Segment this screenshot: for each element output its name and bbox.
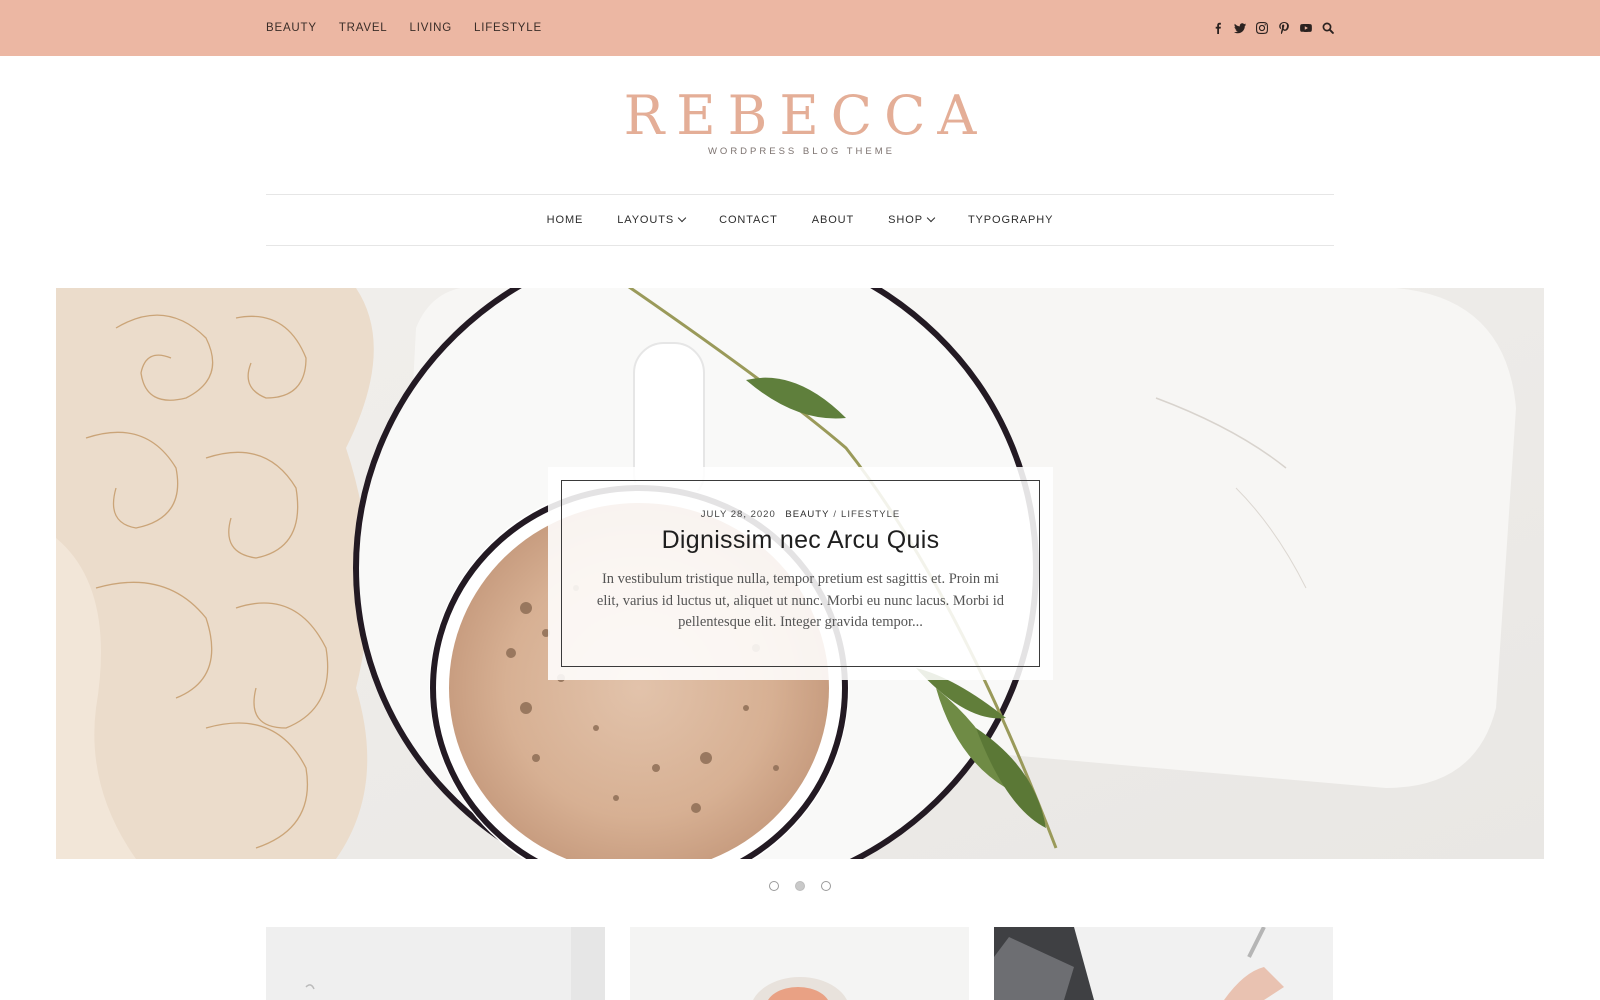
instagram-icon[interactable]: [1256, 22, 1268, 34]
nav-home-label: HOME: [546, 214, 584, 226]
top-bar: BEAUTY TRAVEL LIVING LIFESTYLE: [0, 0, 1600, 56]
site-title[interactable]: REBECCA: [0, 86, 1600, 146]
pinterest-icon[interactable]: [1278, 22, 1290, 34]
nav-item-contact[interactable]: CONTACT: [719, 214, 778, 226]
post-thumbnail-3[interactable]: [994, 927, 1333, 1000]
nav-item-typography[interactable]: TYPOGRAPHY: [968, 214, 1053, 226]
nav-contact-label: CONTACT: [719, 214, 778, 226]
nav-item-layouts[interactable]: LAYOUTS: [617, 213, 687, 226]
search-icon[interactable]: [1322, 22, 1334, 34]
chevron-down-icon: [926, 213, 936, 223]
featured-post-frame: JULY 28, 2020 BEAUTY / LIFESTYLE Dignissim…: [561, 480, 1040, 667]
post-thumbnail-1[interactable]: [266, 927, 605, 1000]
post-grid: [266, 927, 1334, 1000]
top-link-beauty[interactable]: BEAUTY: [266, 22, 317, 34]
featured-post-card[interactable]: JULY 28, 2020 BEAUTY / LIFESTYLE Dignissim…: [548, 467, 1053, 680]
nav-item-shop[interactable]: SHOP: [888, 213, 936, 226]
twitter-icon[interactable]: [1234, 22, 1246, 34]
site-logo[interactable]: REBECCA WORDPRESS BLOG THEME: [0, 86, 1600, 158]
post-category-beauty[interactable]: BEAUTY: [785, 509, 829, 520]
post-date: JULY 28, 2020: [700, 509, 776, 520]
nav-shop-label: SHOP: [888, 214, 923, 226]
post-title[interactable]: Dignissim nec Arcu Quis: [562, 526, 1039, 555]
nav-about-label: ABOUT: [811, 214, 855, 226]
category-separator: /: [833, 509, 838, 520]
slider-dot-3[interactable]: [821, 881, 831, 891]
slider-pagination: [0, 881, 1600, 891]
post-thumbnail-2[interactable]: [630, 927, 969, 1000]
nav-layouts-label: LAYOUTS: [617, 214, 675, 226]
top-link-lifestyle[interactable]: LIFESTYLE: [474, 22, 542, 34]
slider-dot-2[interactable]: [795, 881, 805, 891]
main-nav: HOME LAYOUTS CONTACT ABOUT SHOP TYPOGRAP…: [266, 194, 1334, 246]
facebook-icon[interactable]: [1212, 22, 1224, 34]
post-category-lifestyle[interactable]: LIFESTYLE: [841, 509, 900, 520]
chevron-down-icon: [677, 213, 687, 223]
social-links: [1212, 0, 1334, 56]
post-meta: JULY 28, 2020 BEAUTY / LIFESTYLE: [562, 509, 1039, 520]
top-category-nav: BEAUTY TRAVEL LIVING LIFESTYLE: [266, 0, 542, 56]
top-link-travel[interactable]: TRAVEL: [339, 22, 388, 34]
youtube-icon[interactable]: [1300, 22, 1312, 34]
site-tagline: WORDPRESS BLOG THEME: [707, 146, 896, 157]
nav-item-home[interactable]: HOME: [547, 214, 584, 226]
post-excerpt: In vestibulum tristique nulla, tempor pr…: [596, 571, 1005, 630]
nav-item-about[interactable]: ABOUT: [812, 214, 854, 226]
top-link-living[interactable]: LIVING: [410, 22, 453, 34]
nav-typography-label: TYPOGRAPHY: [967, 214, 1054, 226]
slider-dot-1[interactable]: [769, 881, 779, 891]
